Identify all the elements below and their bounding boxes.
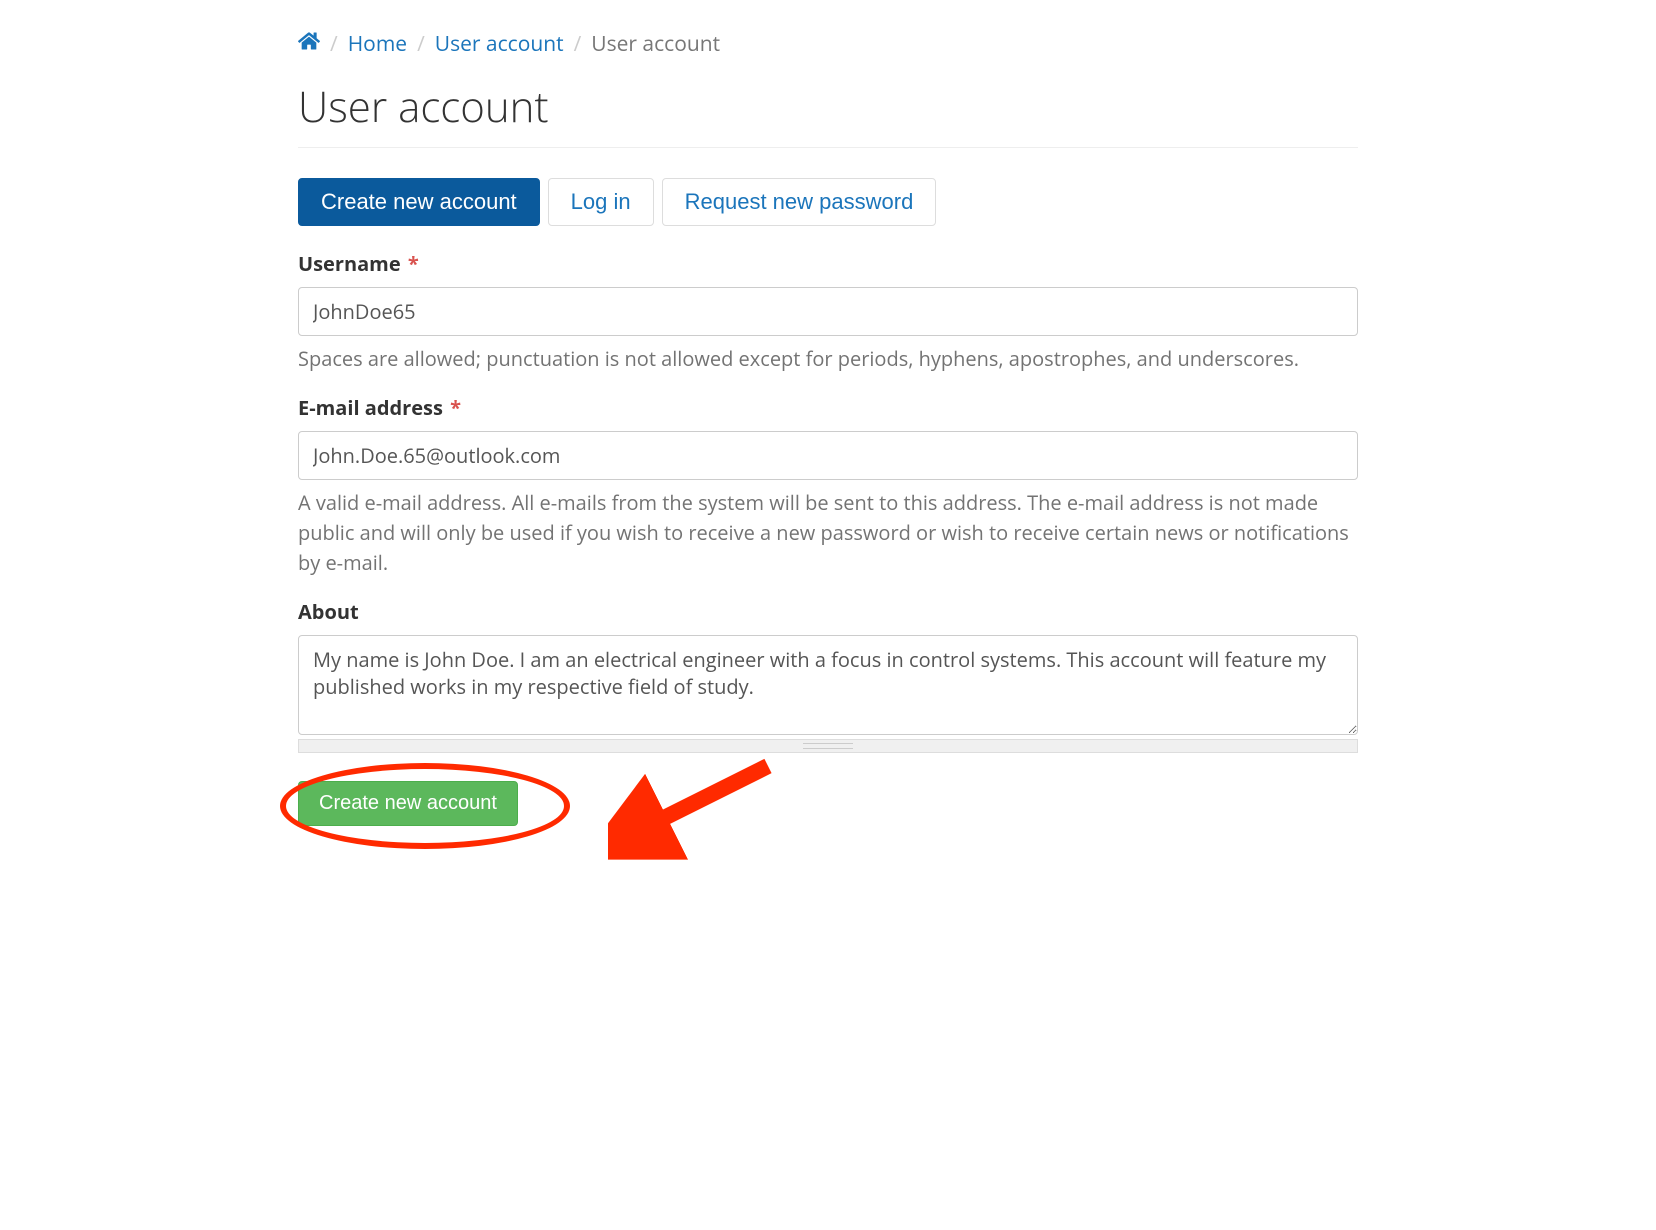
title-divider — [298, 147, 1358, 148]
username-help: Spaces are allowed; punctuation is not a… — [298, 344, 1358, 374]
about-group: About — [298, 598, 1358, 753]
about-textarea[interactable] — [298, 635, 1358, 735]
home-icon[interactable] — [298, 30, 320, 58]
breadcrumb-user-account[interactable]: User account — [435, 30, 564, 58]
annotation-arrow-icon — [608, 751, 788, 861]
breadcrumb-sep: / — [417, 30, 425, 58]
username-group: Username * Spaces are allowed; punctuati… — [298, 250, 1358, 374]
breadcrumb-current: User account — [591, 30, 720, 58]
required-marker: * — [450, 394, 461, 421]
tab-create-account[interactable]: Create new account — [298, 178, 540, 226]
tab-login[interactable]: Log in — [548, 178, 654, 226]
email-help: A valid e-mail address. All e-mails from… — [298, 488, 1358, 578]
create-account-button[interactable]: Create new account — [298, 781, 518, 826]
email-label: E-mail address * — [298, 394, 1358, 421]
tab-request-password[interactable]: Request new password — [662, 178, 937, 226]
breadcrumb-sep: / — [574, 30, 582, 58]
email-input[interactable] — [298, 431, 1358, 480]
breadcrumb-home[interactable]: Home — [348, 30, 407, 58]
submit-area: Create new account — [298, 781, 1358, 826]
username-label-text: Username — [298, 250, 401, 277]
page-title: User account — [298, 78, 1358, 135]
account-tabs: Create new account Log in Request new pa… — [298, 178, 1358, 226]
about-label: About — [298, 598, 1358, 625]
email-group: E-mail address * A valid e-mail address.… — [298, 394, 1358, 578]
required-marker: * — [408, 250, 419, 277]
resize-handle[interactable] — [298, 739, 1358, 753]
username-input[interactable] — [298, 287, 1358, 336]
username-label: Username * — [298, 250, 1358, 277]
breadcrumb: / Home / User account / User account — [298, 30, 1358, 58]
breadcrumb-sep: / — [330, 30, 338, 58]
email-label-text: E-mail address — [298, 394, 443, 421]
